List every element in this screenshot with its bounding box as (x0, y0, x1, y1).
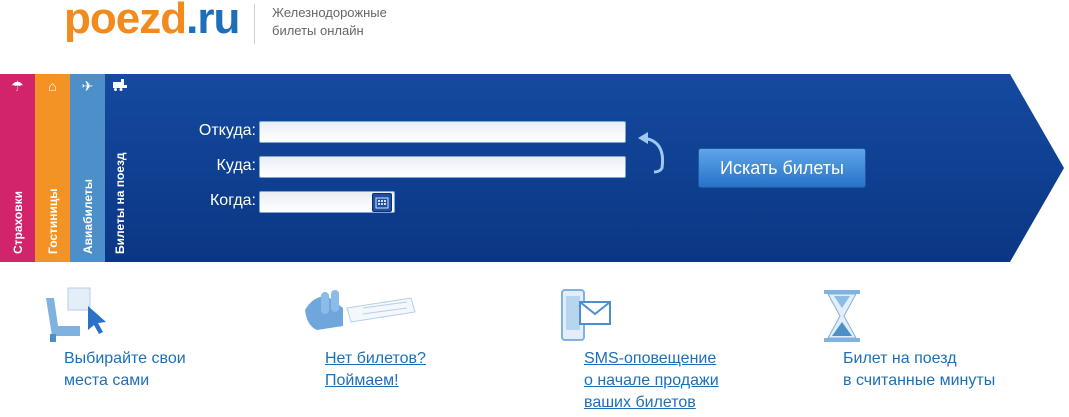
feature-seat-select-text: Выбирайте свои места сами (64, 348, 186, 392)
calendar-icon[interactable] (372, 193, 392, 212)
feature-line[interactable]: Нет билетов? (325, 348, 426, 370)
tab-hotels-label: Гостиницы (45, 188, 60, 254)
feature-line[interactable]: Поймаем! (325, 370, 426, 392)
from-input[interactable] (259, 121, 626, 143)
feature-line: в считанные минуты (843, 372, 996, 389)
swap-direction-icon[interactable] (636, 130, 672, 176)
tab-air-label: Авиабилеты (80, 179, 95, 254)
feature-line: Билет на поезд (843, 350, 957, 367)
tagline-line-2: билеты онлайн (272, 23, 364, 38)
feature-line[interactable]: SMS-оповещение (584, 348, 719, 370)
logo-text-domain: .ru (186, 0, 240, 43)
plane-icon: ✈ (81, 78, 94, 94)
hourglass-icon (824, 290, 860, 342)
to-input[interactable] (259, 156, 626, 178)
tab-hotels[interactable]: ⌂ Гостиницы (35, 74, 70, 262)
phone-message-icon (561, 289, 611, 341)
logo-text-main: poezd (64, 0, 187, 43)
tab-insurance-label: Страховки (10, 190, 25, 254)
feature-line: Выбирайте свои (64, 350, 186, 367)
tab-air-tickets[interactable]: ✈ Авиабилеты (70, 74, 105, 262)
feature-no-tickets-link[interactable]: Нет билетов? Поймаем! (325, 348, 426, 392)
seat-select-icon (46, 287, 106, 342)
umbrella-icon: ☂ (11, 78, 24, 94)
feature-line[interactable]: ваших билетов (584, 392, 719, 414)
hand-ticket-icon (305, 290, 416, 330)
tab-train-label: Билеты на поезд (113, 152, 127, 254)
header-divider (254, 4, 255, 44)
site-logo[interactable]: poezd.ru (64, 0, 240, 44)
when-label: Когда: (209, 192, 256, 209)
hotel-icon: ⌂ (48, 78, 57, 94)
to-label: Куда: (216, 157, 256, 174)
search-banner: ☂ Страховки ⌂ Гостиницы ✈ Авиабилеты Бил… (0, 74, 1069, 262)
feature-sms-alert-link[interactable]: SMS-оповещение о начале продажи ваших би… (584, 348, 719, 414)
feature-line: места сами (64, 372, 150, 389)
search-tickets-button[interactable]: Искать билеты (698, 148, 866, 188)
train-icon (105, 78, 135, 94)
tab-train-tickets[interactable]: Билеты на поезд (105, 74, 135, 262)
tab-insurance[interactable]: ☂ Страховки (0, 74, 35, 262)
from-label: Откуда: (198, 122, 256, 139)
header: poezd.ru Железнодорожные билеты онлайн (0, 0, 1069, 74)
feature-fast-ticket-text: Билет на поезд в считанные минуты (843, 348, 995, 392)
site-tagline: Железнодорожные билеты онлайн (272, 4, 387, 40)
feature-line[interactable]: о начале продажи (584, 370, 719, 392)
tagline-line-1: Железнодорожные (272, 5, 387, 20)
